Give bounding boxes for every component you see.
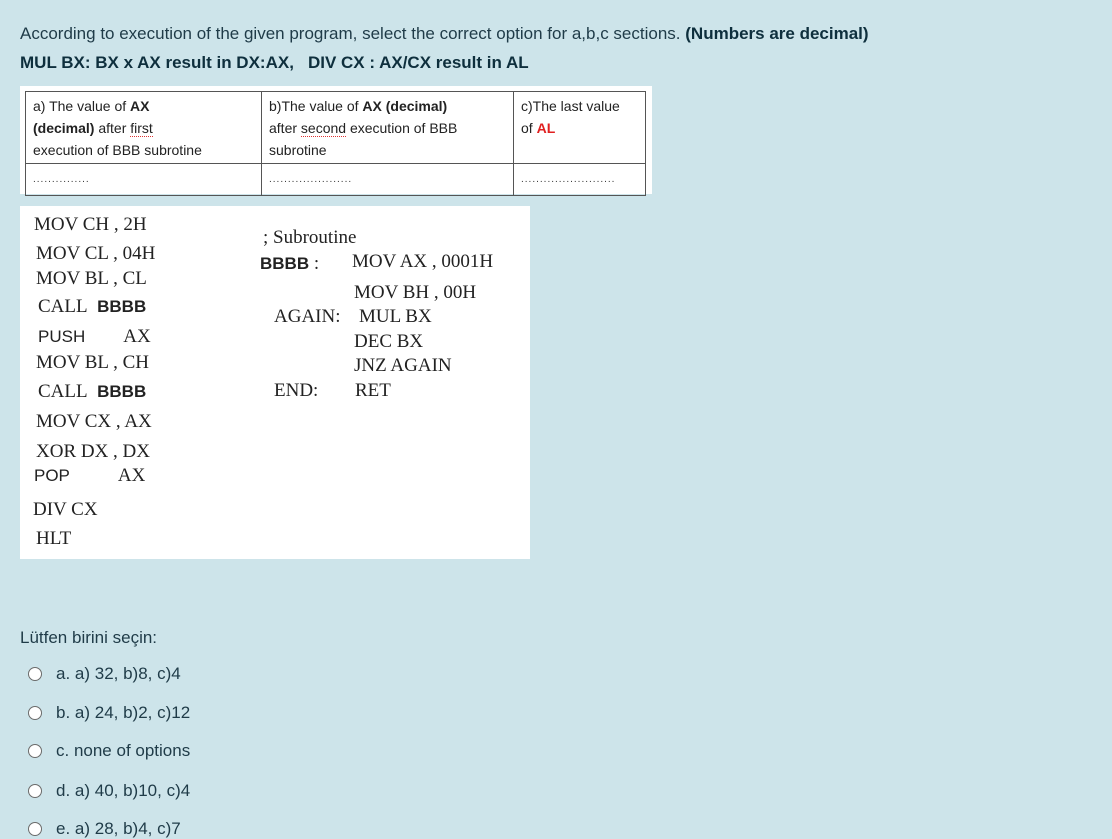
option-c[interactable]: c. none of options	[28, 741, 190, 761]
option-e-label[interactable]: e. a) 28, b)4, c)7	[56, 819, 181, 839]
subroutine-comment: ; Subroutine	[263, 227, 357, 248]
code-line-5: PUSH AX	[38, 326, 151, 348]
option-a-label[interactable]: a. a) 32, b)8, c)4	[56, 664, 181, 684]
code-line-11: DIV CX	[33, 499, 98, 520]
question-text: According to execution of the given prog…	[20, 24, 869, 44]
sub-line-5: JNZ AGAIN	[354, 355, 452, 376]
col-a-decimal: (decimal)	[33, 120, 95, 136]
code-line-10: POP AX	[34, 465, 145, 487]
code-line-6: MOV BL , CH	[36, 352, 149, 373]
option-d-label[interactable]: d. a) 40, b)10, c)4	[56, 781, 190, 801]
call-target-2: BBBB	[97, 382, 147, 401]
sub-line-1: MOV AX , 0001H	[352, 251, 494, 272]
call-keyword-2: CALL	[38, 381, 88, 402]
call-target: BBBB	[97, 297, 147, 316]
subroutine-label: BBBB	[260, 254, 310, 273]
col-a-pre: a) The value of	[33, 98, 131, 114]
choose-one-prompt: Lütfen birini seçin:	[20, 628, 158, 647]
col-c-header: c)The last value of AL	[513, 91, 646, 164]
question-main: According to execution of the given prog…	[20, 24, 681, 43]
assembly-code-image: MOV CH , 2H MOV CL , 04H MOV BL , CL CAL…	[20, 206, 530, 559]
col-a-first: first	[130, 120, 153, 137]
answer-blank-c: .........................	[513, 163, 646, 196]
formula-line: MUL BX: BX x AX result in DX:AX, DIV CX :…	[20, 53, 529, 73]
radio-e[interactable]	[28, 822, 42, 836]
col-b-pre: b)The value of	[269, 98, 363, 114]
code-line-2: MOV CL , 04H	[36, 243, 156, 264]
again-label: AGAIN:	[274, 306, 341, 327]
push-keyword: PUSH	[38, 327, 86, 346]
col-b-header: b)The value of AX (decimal) after second…	[261, 91, 514, 164]
radio-a[interactable]	[28, 667, 42, 681]
col-a-line3: execution of BBB subrotine	[33, 142, 202, 158]
col-c-line1: c)The last value	[521, 98, 620, 114]
code-line-9: XOR DX , DX	[36, 441, 150, 462]
code-line-12: HLT	[36, 528, 72, 549]
option-d[interactable]: d. a) 40, b)10, c)4	[28, 781, 190, 801]
option-e[interactable]: e. a) 28, b)4, c)7	[28, 819, 181, 839]
answer-table-image: a) The value of AX (decimal) after first…	[20, 86, 652, 196]
code-line-1: MOV CH , 2H	[34, 214, 147, 235]
div-rule: DIV CX : AX/CX result in AL	[307, 53, 529, 72]
sub-line-2: MOV BH , 00H	[354, 282, 477, 303]
radio-d[interactable]	[28, 784, 42, 798]
option-c-label[interactable]: c. none of options	[56, 741, 190, 761]
push-operand: AX	[123, 326, 151, 347]
subroutine-colon: :	[313, 253, 320, 274]
col-a-header: a) The value of AX (decimal) after first…	[25, 91, 262, 164]
code-line-8: MOV CX , AX	[36, 411, 152, 432]
code-line-4: CALL BBBB	[38, 296, 146, 318]
col-b-rest: execution of BBB	[346, 120, 458, 136]
radio-c[interactable]	[28, 744, 42, 758]
col-b-line3: subrotine	[269, 142, 327, 158]
option-a[interactable]: a. a) 32, b)8, c)4	[28, 664, 181, 684]
col-c-of: of	[521, 120, 537, 136]
question-note: (Numbers are decimal)	[685, 24, 869, 43]
call-keyword: CALL	[38, 296, 88, 317]
sub-line-6: RET	[355, 380, 391, 401]
answer-blank-a: ...............	[25, 163, 262, 196]
sub-line-3: MUL BX	[359, 306, 432, 327]
sub-line-4: DEC BX	[354, 331, 424, 352]
code-line-7: CALL BBBB	[38, 381, 146, 403]
option-b-label[interactable]: b. a) 24, b)2, c)12	[56, 703, 190, 723]
col-a-after: after	[94, 120, 131, 136]
subroutine-label-line: BBBB :	[260, 253, 319, 275]
col-a-ax: AX	[130, 98, 150, 114]
pop-keyword: POP	[34, 466, 70, 485]
col-c-al: AL	[536, 120, 556, 136]
pop-operand: AX	[117, 465, 146, 486]
answer-table: a) The value of AX (decimal) after first…	[25, 91, 646, 196]
col-b-ax: AX (decimal)	[362, 98, 448, 114]
code-line-3: MOV BL , CL	[36, 268, 147, 289]
col-b-after: after	[269, 120, 301, 136]
answer-blank-b: ......................	[261, 163, 514, 196]
option-b[interactable]: b. a) 24, b)2, c)12	[28, 703, 190, 723]
radio-b[interactable]	[28, 706, 42, 720]
mul-rule: MUL BX: BX x AX result in DX:AX,	[20, 53, 294, 72]
end-label: END:	[274, 380, 319, 401]
col-b-second: second	[300, 120, 347, 137]
